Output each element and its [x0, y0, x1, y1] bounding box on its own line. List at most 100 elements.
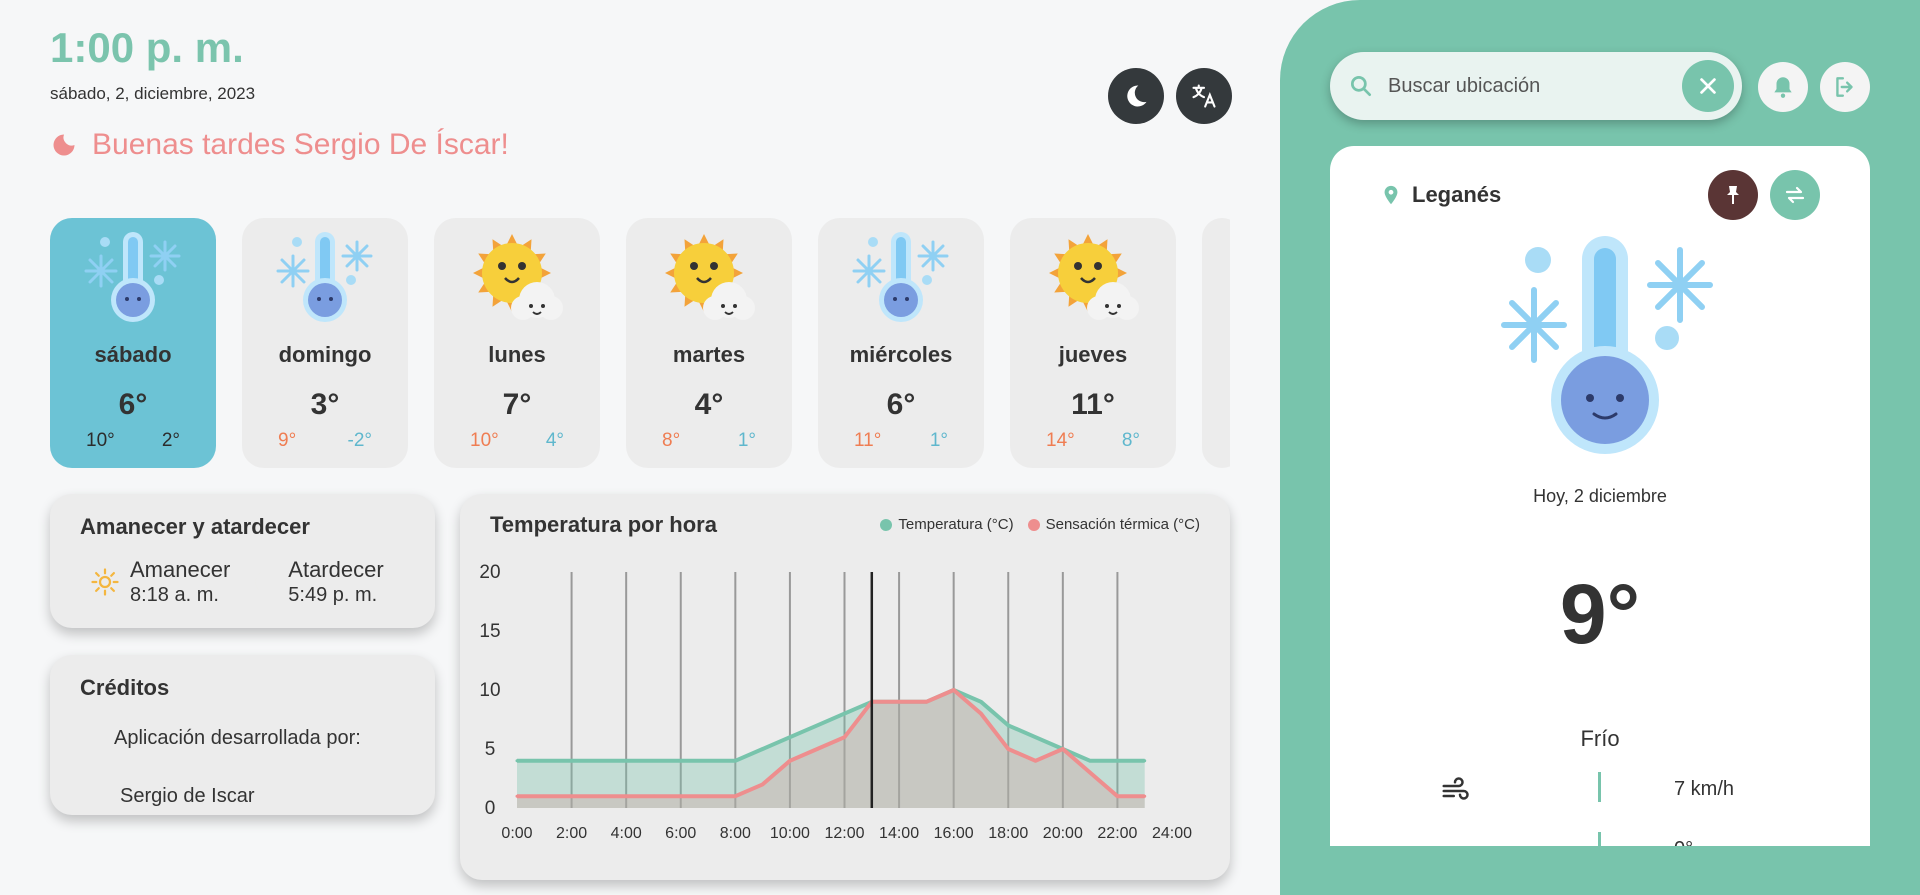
data-point — [843, 735, 846, 739]
data-point — [733, 759, 737, 763]
day-card-jueves[interactable]: jueves 11° 14° 8° — [1010, 218, 1176, 468]
credits-card: Créditos Aplicación desarrollada por: Se… — [50, 655, 435, 815]
x-tick-label: 8:00 — [720, 825, 751, 842]
day-temperature: 11° — [1071, 388, 1115, 421]
max-temperature: 8° — [662, 430, 681, 451]
data-point — [815, 723, 819, 727]
max-temperature: 11° — [854, 430, 882, 451]
day-card-lunes[interactable]: lunes 7° 10° 4° — [434, 218, 600, 468]
sun-cloud-icon — [1049, 234, 1139, 320]
data-point — [761, 747, 765, 751]
data-point — [651, 794, 655, 798]
x-tick-label: 4:00 — [611, 825, 642, 842]
data-point — [515, 794, 519, 798]
data-point — [624, 759, 628, 763]
logout-button[interactable] — [1820, 62, 1870, 112]
y-tick-label: 5 — [485, 739, 496, 760]
search-input[interactable] — [1388, 74, 1678, 98]
clear-search-button[interactable] — [1682, 60, 1734, 112]
data-point — [979, 712, 983, 716]
data-point — [515, 759, 519, 763]
legend-item[interactable]: Temperatura (°C) — [880, 516, 1014, 533]
data-point — [788, 735, 792, 739]
max-temperature: 10° — [470, 430, 499, 451]
max-temperature: 9° — [278, 430, 297, 451]
temperature-chart[interactable]: 0 5 10 15 20 0:00 2:00 4:00 6:00 8:00 10:00 12:00 14… — [460, 554, 1230, 864]
moon-icon — [53, 134, 75, 156]
clock-time: 1:00 p. m. — [50, 24, 244, 71]
swap-location-button[interactable] — [1770, 170, 1820, 220]
day-temperature: 4° — [694, 388, 724, 421]
today-date: Hoy, 2 diciembre — [1533, 486, 1667, 506]
min-temperature: 8° — [1121, 430, 1140, 451]
dark-mode-button[interactable] — [1108, 68, 1164, 124]
greeting-text: Buenas tardes Sergio De Íscar! — [92, 128, 509, 161]
thermometer-cold-icon — [1501, 236, 1713, 454]
data-point — [542, 794, 546, 798]
translate-button[interactable] — [1176, 68, 1232, 124]
x-tick-label: 12:00 — [824, 825, 864, 842]
pushpin-icon — [1727, 186, 1739, 204]
x-tick-label: 24:00 — [1152, 825, 1192, 842]
data-point — [897, 700, 901, 704]
moon-icon — [255, 570, 268, 593]
data-point — [706, 759, 710, 763]
data-point — [1088, 771, 1092, 775]
data-point — [761, 782, 765, 786]
location-pin-icon — [1384, 185, 1398, 205]
legend-item[interactable]: Sensación térmica (°C) — [1027, 516, 1200, 533]
weather-panel: Leganés Hoy, 2 diciembre 9° Frío — [1280, 0, 1920, 895]
x-tick-label: 0:00 — [501, 825, 532, 842]
day-temperature: 6° — [118, 388, 148, 421]
sunrise-label: Amanecer — [130, 557, 231, 582]
thermometer-cold-icon — [852, 232, 949, 322]
sunrise-time: 8:18 a. m. — [130, 584, 219, 606]
data-point — [733, 794, 737, 798]
x-tick-label: 2:00 — [556, 825, 587, 842]
translate-icon — [1192, 84, 1216, 108]
logout-icon — [1836, 77, 1853, 97]
day-name: lunes — [488, 342, 546, 367]
day-card-sábado[interactable]: sábado 6° 10° 2° — [50, 218, 216, 468]
divider — [1598, 832, 1601, 846]
notifications-button[interactable] — [1758, 62, 1808, 112]
data-point — [679, 759, 683, 763]
wind-icon — [1442, 777, 1469, 800]
day-card-domingo[interactable]: domingo 3° 9° -2° — [242, 218, 408, 468]
data-point — [679, 794, 683, 798]
x-tick-label: 22:00 — [1097, 825, 1137, 842]
legend-label: Sensación térmica (°C) — [1045, 516, 1200, 533]
hourly-temperature-card: Temperatura por hora Temperatura (°C) Se… — [460, 494, 1230, 880]
detail-row: 0° — [1330, 832, 1870, 846]
location: Leganés — [1380, 182, 1501, 208]
x-tick-label: 18:00 — [988, 825, 1028, 842]
day-card-miércoles[interactable]: miércoles 6° 11° 1° — [818, 218, 984, 468]
current-date: sábado, 2, diciembre, 2023 — [50, 84, 256, 103]
data-point — [1143, 759, 1147, 763]
day-name: jueves — [1058, 342, 1128, 367]
day-temperature: 6° — [886, 388, 916, 421]
data-point — [979, 700, 983, 704]
min-temperature: 1° — [929, 430, 948, 451]
day-card-martes[interactable]: martes 4° 8° 1° — [626, 218, 792, 468]
data-point — [1143, 794, 1147, 798]
sunrise-sunset-card: Amanecer y atardecer Amanecer 8:18 a. m.… — [50, 494, 435, 628]
close-icon — [1700, 78, 1716, 94]
data-point — [1115, 794, 1119, 798]
y-tick-label: 10 — [479, 680, 500, 701]
sunset-time: 5:49 p. m. — [288, 584, 378, 606]
pin-location-button[interactable] — [1708, 170, 1758, 220]
data-point — [1115, 759, 1119, 763]
data-point — [1034, 759, 1038, 763]
day-card-next[interactable] — [1202, 218, 1230, 468]
thermometer-cold-icon — [84, 232, 181, 322]
min-temperature: 4° — [545, 430, 564, 451]
location-name: Leganés — [1412, 182, 1502, 207]
chart-title: Temperatura por hora — [490, 512, 717, 537]
day-name: miércoles — [849, 342, 953, 367]
data-point — [788, 759, 792, 763]
sunset-label: Atardecer — [288, 557, 384, 582]
data-point — [843, 712, 846, 716]
wind-speed: 7 km/h — [1674, 778, 1735, 800]
data-point — [1061, 747, 1065, 751]
